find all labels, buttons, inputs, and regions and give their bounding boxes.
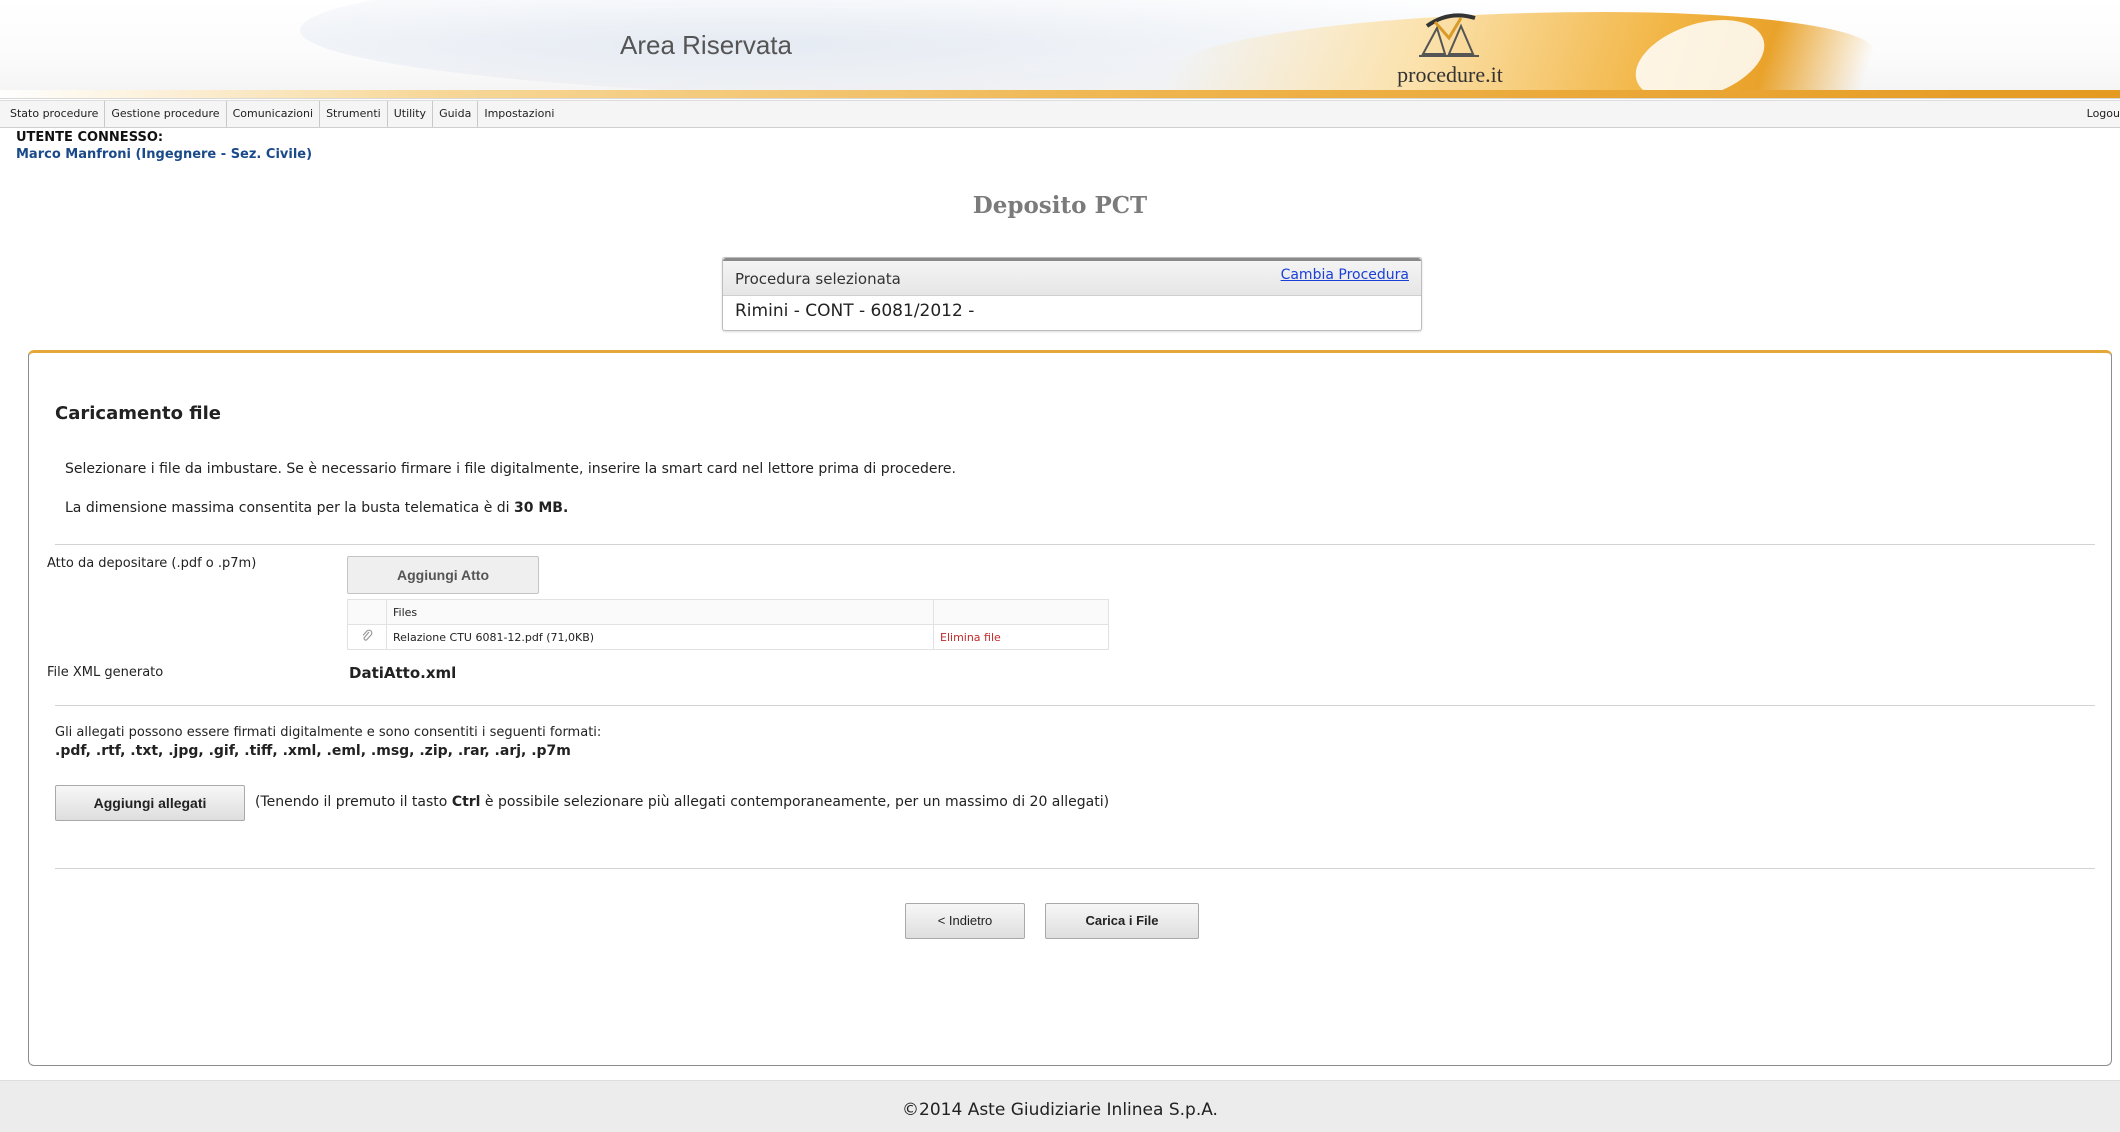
xml-file-name: DatiAtto.xml [349, 664, 457, 682]
header-banner: Area Riservata procedure.it [0, 0, 2120, 99]
menu-item-comunicazioni[interactable]: Comunicazioni [227, 101, 321, 127]
divider [55, 544, 2095, 545]
menu-item-gestione-procedure[interactable]: Gestione procedure [105, 101, 227, 127]
scales-logo-icon [1419, 13, 1479, 57]
table-row: Relazione CTU 6081-12.pdf (71,0KB) Elimi… [347, 624, 1109, 650]
logo: procedure.it [1370, 8, 1530, 88]
selected-procedure-label: Procedura selezionata [735, 270, 901, 288]
footer-copyright: ©2014 Aste Giudiziarie Inlinea S.p.A. [902, 1100, 1218, 1120]
connected-user-label: UTENTE CONNESSO: [16, 130, 164, 145]
upload-files-button[interactable]: Carica i File [1045, 903, 1199, 939]
selected-procedure-header: Procedura selezionata Cambia Procedura [723, 258, 1421, 296]
logout-link[interactable]: Logou [2087, 101, 2120, 127]
attachments-note-text: (Tenendo il premuto il tasto [255, 794, 452, 810]
menu-item-utility[interactable]: Utility [388, 101, 434, 127]
attachments-note: (Tenendo il premuto il tasto Ctrl è poss… [255, 794, 1109, 810]
area-title: Area Riservata [620, 30, 792, 60]
max-size-text: La dimensione massima consentita per la … [65, 500, 515, 516]
max-size-notice: La dimensione massima consentita per la … [65, 500, 568, 516]
max-size-value: 30 MB. [514, 500, 569, 516]
files-header-icon-cell [347, 599, 387, 625]
files-column-header: Files [386, 599, 934, 625]
selected-procedure-value: Rimini - CONT - 6081/2012 - [735, 301, 975, 321]
divider [55, 868, 2095, 869]
files-table-header: Files [347, 599, 1109, 625]
page-title: Deposito PCT [972, 192, 1148, 219]
files-header-action-cell [933, 599, 1109, 625]
back-button[interactable]: < Indietro [905, 903, 1025, 939]
upload-panel: Caricamento file Selezionare i file da i… [28, 350, 2112, 1066]
logo-text: procedure.it [1397, 62, 1503, 87]
menu-item-strumenti[interactable]: Strumenti [320, 101, 388, 127]
selected-procedure-box: Procedura selezionata Cambia Procedura R… [722, 257, 1422, 331]
attachments-formats: .pdf, .rtf, .txt, .jpg, .gif, .tiff, .xm… [55, 743, 571, 759]
xml-file-label: File XML generato [47, 665, 164, 680]
add-attachments-button[interactable]: Aggiungi allegati [55, 785, 245, 821]
ctrl-key-label: Ctrl [451, 794, 481, 810]
paperclip-icon [347, 624, 387, 650]
upload-instructions: Selezionare i file da imbustare. Se è ne… [65, 461, 956, 477]
menu-item-stato-procedure[interactable]: Stato procedure [4, 101, 106, 127]
connected-user-name: Marco Manfroni (Ingegnere - Sez. Civile) [16, 147, 313, 162]
atto-label: Atto da depositare (.pdf o .p7m) [47, 556, 257, 571]
divider [55, 705, 2095, 706]
files-table: Files Relazione CTU 6081-12.pdf (71,0KB)… [347, 599, 1109, 650]
menu-item-impostazioni[interactable]: Impostazioni [478, 101, 560, 127]
add-atto-button[interactable]: Aggiungi Atto [347, 556, 539, 594]
delete-file-link[interactable]: Elimina file [933, 624, 1109, 650]
banner-accent-line [0, 90, 2120, 98]
upload-section-title: Caricamento file [55, 403, 221, 424]
attachments-note-text: è possibile selezionare più allegati con… [480, 794, 1110, 810]
file-name: Relazione CTU 6081-12.pdf (71,0KB) [386, 624, 934, 650]
attachments-info: Gli allegati possono essere firmati digi… [55, 725, 602, 740]
main-menu: Stato procedure Gestione procedure Comun… [0, 100, 2120, 128]
change-procedure-link[interactable]: Cambia Procedura [1281, 267, 1409, 283]
menu-item-guida[interactable]: Guida [433, 101, 479, 127]
menu-items: Stato procedure Gestione procedure Comun… [4, 101, 560, 127]
